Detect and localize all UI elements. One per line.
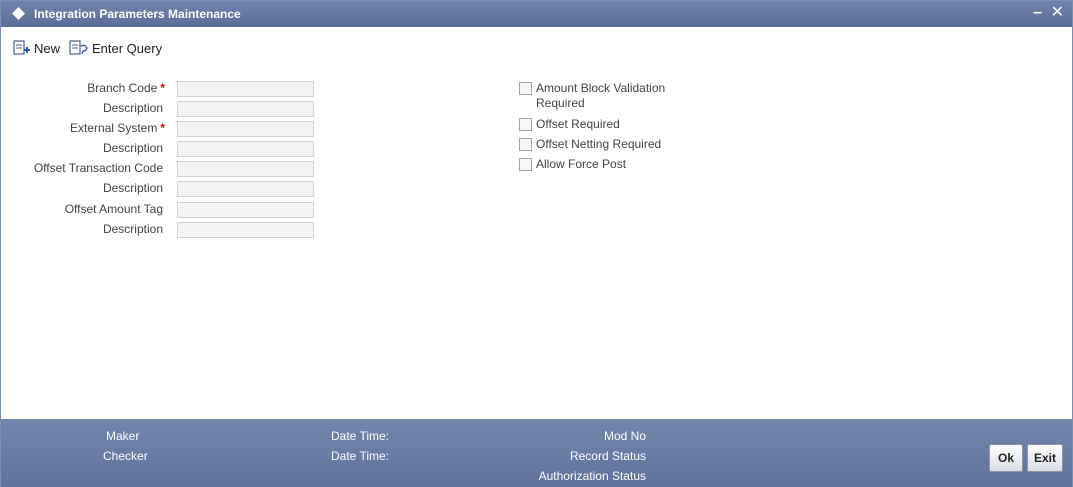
new-document-icon bbox=[13, 40, 30, 55]
authorization-status-label: Authorization Status bbox=[538, 469, 646, 483]
allow-force-post-checkbox-row[interactable]: Allow Force Post bbox=[519, 157, 626, 172]
mod-no-label: Mod No bbox=[603, 429, 646, 443]
offset-amount-tag-label: Offset Amount Tag bbox=[64, 202, 163, 216]
amount-block-validation-checkbox-row[interactable]: Amount Block Validation Required bbox=[519, 81, 706, 111]
toolbar: New Enter Query bbox=[1, 29, 1072, 65]
new-button[interactable]: New bbox=[13, 38, 60, 58]
offset-amount-description-label: Description bbox=[102, 222, 163, 236]
checker-datetime-label: Date Time: bbox=[331, 449, 390, 463]
offset-netting-required-label: Offset Netting Required bbox=[536, 137, 662, 151]
maker-datetime-label: Date Time: bbox=[331, 429, 390, 443]
offset-required-checkbox-row[interactable]: Offset Required bbox=[519, 117, 620, 132]
external-system-input[interactable] bbox=[177, 121, 314, 137]
offset-required-checkbox[interactable] bbox=[519, 118, 532, 131]
record-status-label: Record Status bbox=[569, 449, 646, 463]
branch-code-label-text: Branch Code bbox=[87, 81, 158, 95]
ok-button[interactable]: Ok bbox=[989, 444, 1023, 472]
close-button[interactable]: ✕ bbox=[1051, 3, 1064, 23]
offset-required-label: Offset Required bbox=[536, 117, 620, 131]
window-title: Integration Parameters Maintenance bbox=[34, 7, 241, 21]
enter-query-button[interactable]: Enter Query bbox=[69, 38, 162, 58]
branch-description-label: Description bbox=[102, 101, 163, 115]
diamond-icon bbox=[12, 7, 25, 20]
audit-footer: Maker Checker Date Time: Date Time: Mod … bbox=[1, 419, 1072, 487]
branch-code-input[interactable] bbox=[177, 81, 314, 97]
amount-block-validation-label: Amount Block Validation Required bbox=[536, 81, 666, 110]
external-description-input[interactable] bbox=[177, 141, 314, 157]
required-marker: * bbox=[160, 121, 165, 135]
branch-code-label: Branch Code * bbox=[87, 81, 165, 95]
amount-block-validation-checkbox[interactable] bbox=[519, 82, 532, 95]
branch-description-input[interactable] bbox=[177, 101, 314, 117]
maker-label: Maker bbox=[106, 429, 140, 443]
offset-amount-tag-input[interactable] bbox=[177, 202, 314, 218]
offset-netting-required-checkbox[interactable] bbox=[519, 138, 532, 151]
new-button-label: New bbox=[34, 40, 61, 56]
offset-txn-description-input[interactable] bbox=[177, 181, 314, 197]
exit-button[interactable]: Exit bbox=[1027, 444, 1063, 472]
query-document-icon bbox=[69, 40, 88, 55]
external-description-label: Description bbox=[102, 141, 163, 155]
offset-netting-required-checkbox-row[interactable]: Offset Netting Required bbox=[519, 137, 661, 152]
external-system-label: External System * bbox=[70, 121, 165, 135]
offset-amount-description-input[interactable] bbox=[177, 222, 314, 238]
title-bar: Integration Parameters Maintenance – ✕ bbox=[1, 1, 1072, 27]
allow-force-post-checkbox[interactable] bbox=[519, 158, 532, 171]
offset-transaction-code-label: Offset Transaction Code bbox=[33, 161, 163, 175]
offset-transaction-code-input[interactable] bbox=[177, 161, 314, 177]
external-system-label-text: External System bbox=[69, 121, 158, 135]
offset-txn-description-label: Description bbox=[102, 181, 163, 195]
required-marker: * bbox=[160, 81, 165, 95]
enter-query-button-label: Enter Query bbox=[92, 40, 163, 56]
integration-parameters-window: Integration Parameters Maintenance – ✕ N… bbox=[0, 0, 1073, 487]
minimize-button[interactable]: – bbox=[1033, 3, 1042, 23]
allow-force-post-label: Allow Force Post bbox=[536, 157, 627, 171]
checker-label: Checker bbox=[103, 449, 148, 463]
